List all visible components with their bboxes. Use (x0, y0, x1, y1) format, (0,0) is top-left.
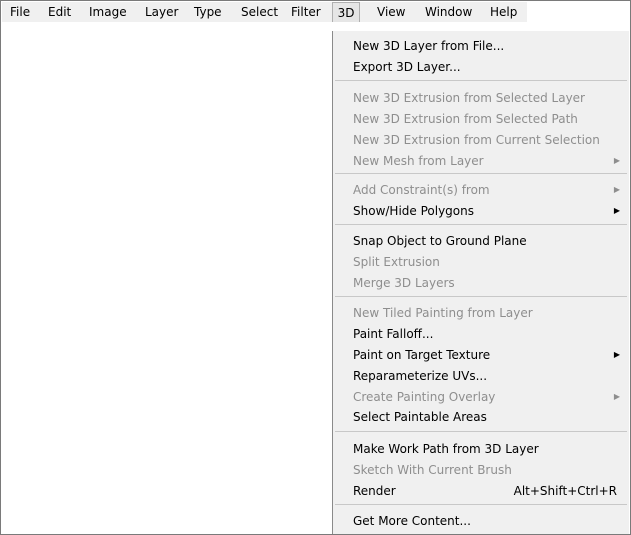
menu-3d[interactable]: 3D (332, 2, 360, 22)
menu-item-make-work-path-from-3d-layer[interactable]: Make Work Path from 3D Layer (353, 439, 629, 459)
menu-item-show-hide-polygons[interactable]: Show/Hide Polygons ▶ (353, 201, 629, 221)
menu-separator (335, 296, 627, 297)
submenu-arrow-icon: ▶ (613, 185, 620, 194)
menu-item-label: New 3D Extrusion from Selected Path (353, 112, 578, 126)
menu-help[interactable]: Help (490, 2, 517, 22)
menu-filter[interactable]: Filter (291, 2, 321, 22)
menu-separator (335, 173, 627, 174)
menu-item-label: New 3D Extrusion from Current Selection (353, 133, 600, 147)
menu-image[interactable]: Image (89, 2, 127, 22)
menu-bar: File Edit Image Layer Type Select Filter… (2, 2, 527, 22)
menu-item-paint-on-target-texture[interactable]: Paint on Target Texture ▶ (353, 345, 629, 365)
menu-item-create-painting-overlay: Create Painting Overlay ▶ (353, 387, 629, 407)
submenu-arrow-icon: ▶ (613, 156, 620, 165)
menu-view[interactable]: View (377, 2, 405, 22)
submenu-arrow-icon: ▶ (613, 206, 620, 215)
menu-item-new-tiled-painting-from-layer: New Tiled Painting from Layer (353, 303, 629, 323)
app-window: File Edit Image Layer Type Select Filter… (0, 0, 631, 535)
menu-item-label: Paint Falloff... (353, 327, 434, 341)
menu-item-reparameterize-uvs[interactable]: Reparameterize UVs... (353, 366, 629, 386)
menu-item-label: New 3D Extrusion from Selected Layer (353, 91, 585, 105)
menu-item-label: Make Work Path from 3D Layer (353, 442, 539, 456)
menu-item-new-3d-extrusion-from-current-selection: New 3D Extrusion from Current Selection (353, 130, 629, 150)
menu-3d-dropdown: New 3D Layer from File... Export 3D Laye… (332, 31, 629, 534)
menu-item-paint-falloff[interactable]: Paint Falloff... (353, 324, 629, 344)
menu-item-label: Export 3D Layer... (353, 60, 461, 74)
menu-item-label: New Mesh from Layer (353, 154, 484, 168)
menu-item-split-extrusion: Split Extrusion (353, 252, 629, 272)
menu-item-label: Sketch With Current Brush (353, 463, 512, 477)
menu-item-label: Create Painting Overlay (353, 390, 496, 404)
menu-separator (335, 431, 627, 432)
menu-item-label: Snap Object to Ground Plane (353, 234, 527, 248)
menu-item-label: Merge 3D Layers (353, 276, 455, 290)
menu-window[interactable]: Window (425, 2, 472, 22)
menu-select[interactable]: Select (241, 2, 278, 22)
menu-file[interactable]: File (10, 2, 30, 22)
shortcut-label: Alt+Shift+Ctrl+R (513, 484, 617, 498)
menu-item-new-3d-extrusion-from-selected-path: New 3D Extrusion from Selected Path (353, 109, 629, 129)
menu-item-sketch-with-current-brush: Sketch With Current Brush (353, 460, 629, 480)
menu-item-label: Select Paintable Areas (353, 410, 487, 424)
menu-item-label: Show/Hide Polygons (353, 204, 474, 218)
menu-item-new-3d-extrusion-from-selected-layer: New 3D Extrusion from Selected Layer (353, 88, 629, 108)
menu-layer[interactable]: Layer (145, 2, 178, 22)
menu-item-label: New Tiled Painting from Layer (353, 306, 533, 320)
menu-item-add-constraints-from: Add Constraint(s) from ▶ (353, 180, 629, 200)
menu-item-label: New 3D Layer from File... (353, 39, 505, 53)
menu-item-render[interactable]: Render Alt+Shift+Ctrl+R (353, 481, 629, 501)
menu-item-get-more-content[interactable]: Get More Content... (353, 511, 629, 531)
menu-item-snap-object-to-ground-plane[interactable]: Snap Object to Ground Plane (353, 231, 629, 251)
menu-item-export-3d-layer[interactable]: Export 3D Layer... (353, 57, 629, 77)
menu-item-label: Paint on Target Texture (353, 348, 491, 362)
menu-item-merge-3d-layers: Merge 3D Layers (353, 273, 629, 293)
menu-separator (335, 504, 627, 505)
menu-separator (335, 80, 627, 81)
menu-separator (335, 224, 627, 225)
menu-item-label: Reparameterize UVs... (353, 369, 488, 383)
menu-item-select-paintable-areas[interactable]: Select Paintable Areas (353, 407, 629, 427)
menu-item-new-mesh-from-layer: New Mesh from Layer ▶ (353, 151, 629, 171)
submenu-arrow-icon: ▶ (613, 350, 620, 359)
menu-item-label: Get More Content... (353, 514, 471, 528)
menu-edit[interactable]: Edit (48, 2, 71, 22)
menu-item-label: Add Constraint(s) from (353, 183, 490, 197)
submenu-arrow-icon: ▶ (613, 392, 620, 401)
menu-item-label: Render (353, 484, 396, 498)
menu-type[interactable]: Type (194, 2, 222, 22)
menu-item-label: Split Extrusion (353, 255, 440, 269)
menu-item-new-3d-layer-from-file[interactable]: New 3D Layer from File... (353, 36, 629, 56)
